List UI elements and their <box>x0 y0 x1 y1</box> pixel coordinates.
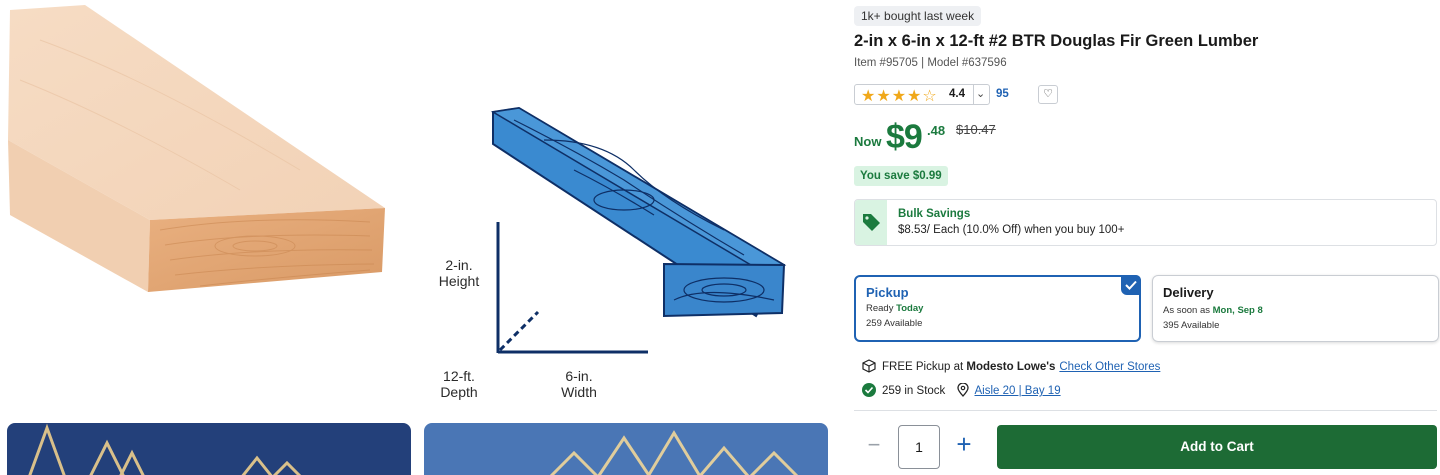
width-label: 6-in. Width <box>561 368 597 400</box>
bulk-savings-text: $8.53/ Each (10.0% Off) when you buy 100… <box>898 224 1125 236</box>
depth-label: 12-ft. Depth <box>440 368 478 400</box>
pickup-available: 259 Available <box>866 318 923 329</box>
price-prefix: Now <box>854 134 882 149</box>
price-was: $10.47 <box>956 122 996 137</box>
product-image-board[interactable] <box>0 0 410 415</box>
product-title: 2-in x 6-in x 12-ft #2 BTR Douglas Fir G… <box>854 32 1259 50</box>
stock-line: 259 in Stock Aisle 20 | Bay 19 <box>862 382 1061 400</box>
product-image-truss-2[interactable] <box>424 423 828 475</box>
item-model-line: Item #95705 | Model #637596 <box>854 57 1007 69</box>
chevron-down-icon[interactable]: ⌄ <box>976 87 985 100</box>
delivery-option[interactable]: Delivery As soon as Mon, Sep 8 395 Avail… <box>1152 275 1439 342</box>
divider <box>854 410 1437 411</box>
delivery-available: 395 Available <box>1163 320 1220 331</box>
bulk-savings-box: Bulk Savings $8.53/ Each (10.0% Off) whe… <box>854 199 1437 246</box>
stock-count: 259 in Stock <box>882 385 946 397</box>
star-rating-icon: ★★★★☆ <box>861 88 938 105</box>
plus-icon[interactable]: + <box>954 431 974 457</box>
rating-divider <box>973 85 974 104</box>
image-gallery: 2-in. Height 12-ft. Depth 6-in. Width <box>0 0 840 475</box>
product-image-truss-1[interactable] <box>7 423 411 475</box>
minus-icon[interactable]: − <box>864 434 884 458</box>
rating-widget[interactable]: ★★★★☆ 4.4 ⌄ <box>854 84 990 105</box>
bulk-savings-title: Bulk Savings <box>898 208 971 220</box>
add-to-cart-button[interactable]: Add to Cart <box>997 425 1437 469</box>
pickup-title: Pickup <box>866 285 909 300</box>
price-cents: .48 <box>927 123 946 138</box>
check-circle-icon <box>862 383 876 400</box>
tag-icon <box>855 200 887 245</box>
check-other-stores-link[interactable]: Check Other Stores <box>1059 361 1160 373</box>
product-image-dimensions[interactable]: 2-in. Height 12-ft. Depth 6-in. Width <box>424 0 834 415</box>
delivery-eta: As soon as Mon, Sep 8 <box>1163 305 1263 316</box>
popularity-badge: 1k+ bought last week <box>854 6 982 26</box>
location-pin-icon <box>956 382 969 400</box>
pickup-ready: Ready Today <box>866 303 924 314</box>
delivery-title: Delivery <box>1163 285 1214 300</box>
checkmark-icon <box>1121 275 1141 295</box>
box-icon <box>862 359 876 376</box>
pickup-option[interactable]: Pickup Ready Today 259 Available <box>854 275 1141 342</box>
price-dollars: $9 <box>886 118 923 156</box>
height-label: 2-in. Height <box>438 257 480 289</box>
aisle-link[interactable]: Aisle 20 | Bay 19 <box>975 385 1061 397</box>
product-page: 2-in. Height 12-ft. Depth 6-in. Width 1k… <box>0 0 1440 475</box>
rating-value: 4.4 <box>949 88 965 100</box>
savings-badge: You save $0.99 <box>854 166 948 186</box>
product-info: 1k+ bought last week 2-in x 6-in x 12-ft… <box>854 0 1440 475</box>
heart-icon[interactable]: ♡ <box>1038 85 1058 104</box>
review-count-link[interactable]: 95 <box>996 88 1009 100</box>
quantity-input[interactable]: 1 <box>898 425 940 469</box>
store-name: Modesto Lowe's <box>966 361 1056 373</box>
store-pickup-line: FREE Pickup at Modesto Lowe's Check Other… <box>862 359 1160 376</box>
